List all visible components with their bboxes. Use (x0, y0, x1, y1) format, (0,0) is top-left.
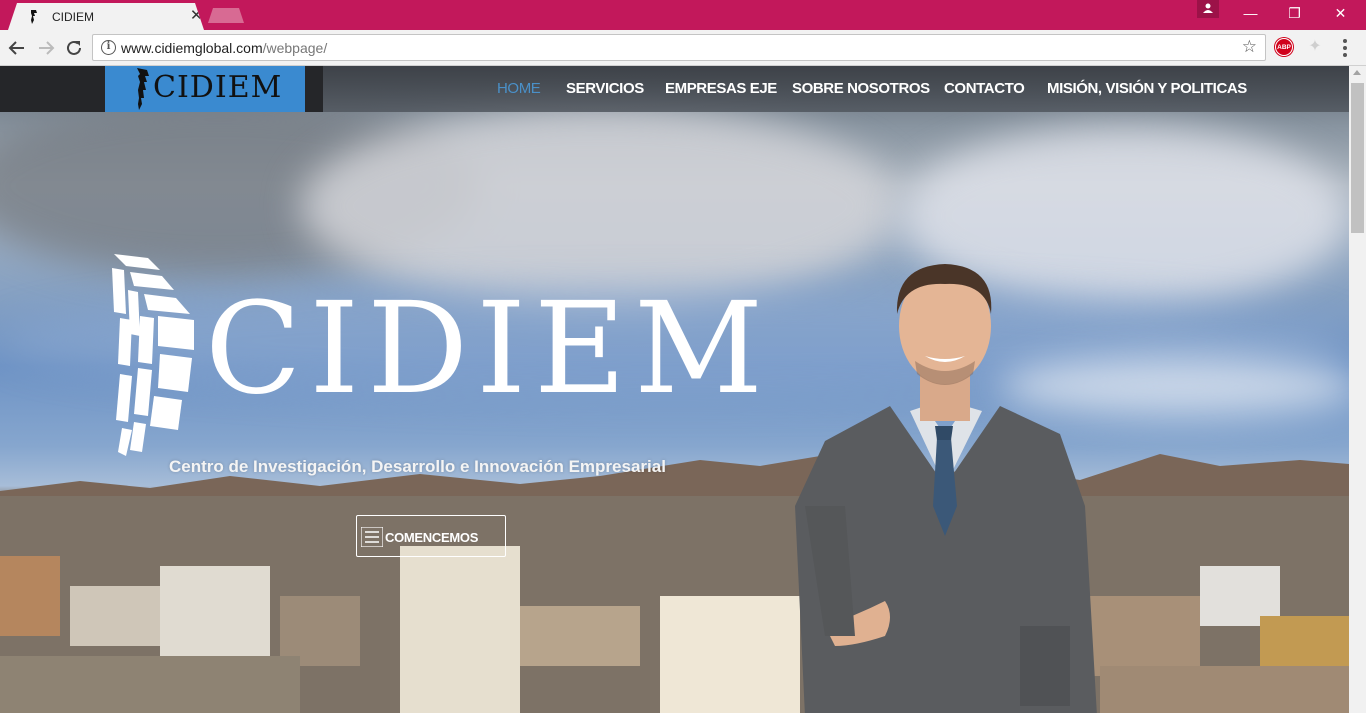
info-icon[interactable]: i (101, 40, 116, 55)
maximize-button[interactable]: ❐ (1272, 0, 1317, 28)
browser-titlebar: CIDIEM ✕ — ❐ ✕ (0, 0, 1366, 30)
url-host: www.cidiemglobal.com (121, 40, 263, 56)
cidiem-hero-mark-icon (112, 254, 194, 456)
browser-toolbar: i www.cidiemglobal.com/webpage/ ☆ ABP ✦ (0, 30, 1366, 66)
forward-arrow-icon[interactable] (35, 37, 57, 59)
cta-comencemos-button[interactable]: COMENCEMOS (356, 515, 506, 557)
extension-icon[interactable]: ✦ (1306, 39, 1324, 55)
nav-empresas-eje[interactable]: EMPRESAS EJE (665, 80, 777, 97)
list-lines-icon (361, 527, 383, 547)
city-skyline-graphic (0, 496, 1349, 713)
profile-button[interactable] (1197, 0, 1219, 18)
nav-sobre-nosotros[interactable]: SOBRE NOSOTROS (792, 80, 930, 97)
hero-title: CIDIEM (205, 275, 771, 422)
reload-icon[interactable] (63, 37, 85, 59)
site-header: CIDIEM HOME SERVICIOS EMPRESAS EJE SOBRE… (0, 66, 1349, 112)
new-tab-button[interactable] (208, 8, 244, 23)
close-window-button[interactable]: ✕ (1318, 0, 1363, 28)
site-logo[interactable]: CIDIEM (105, 66, 305, 112)
nav-home[interactable]: HOME (497, 80, 541, 97)
logo-text: CIDIEM (153, 70, 283, 105)
nav-contacto[interactable]: CONTACTO (944, 80, 1025, 97)
minimize-button[interactable]: — (1228, 0, 1273, 28)
address-bar[interactable]: i www.cidiemglobal.com/webpage/ ☆ (92, 34, 1266, 61)
browser-tab[interactable]: CIDIEM ✕ (8, 3, 204, 30)
nav-servicios[interactable]: SERVICIOS (566, 80, 644, 97)
scroll-up-arrow-icon[interactable] (1353, 70, 1361, 75)
nav-mision-vision[interactable]: MISIÓN, VISIÓN Y POLITICAS (1047, 80, 1247, 97)
back-arrow-icon[interactable] (6, 37, 28, 59)
adblock-plus-icon[interactable]: ABP (1275, 38, 1293, 56)
url-path: /webpage/ (262, 40, 328, 56)
businessman-image (795, 264, 1097, 713)
cta-label: COMENCEMOS (385, 530, 479, 545)
tab-title: CIDIEM (52, 10, 94, 24)
bookmark-star-icon[interactable]: ☆ (1242, 37, 1257, 57)
tab-close-icon[interactable]: ✕ (190, 8, 203, 24)
browser-menu-icon[interactable] (1343, 39, 1347, 57)
scroll-thumb[interactable] (1351, 83, 1364, 233)
hero-subtitle: Centro de Investigación, Desarrollo e In… (169, 457, 666, 476)
cidiem-favicon-icon (31, 10, 37, 24)
url-text[interactable]: www.cidiemglobal.com/webpage/ (121, 40, 327, 56)
page-scrollbar[interactable] (1349, 66, 1366, 713)
person-icon (1203, 3, 1213, 13)
page-viewport: CIDIEM HOME SERVICIOS EMPRESAS EJE SOBRE… (0, 66, 1349, 713)
cidiem-logo-mark-icon (137, 68, 149, 110)
